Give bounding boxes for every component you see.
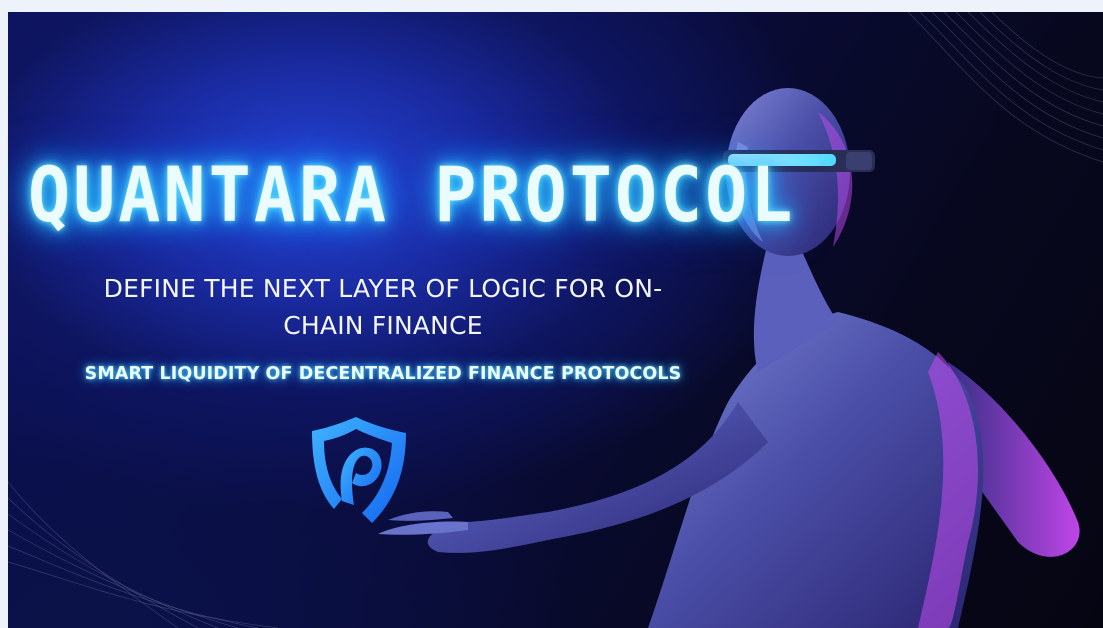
hero-banner: QUANTARA PROTOCOL DEFINE THE NEXT LAYER …: [8, 12, 1103, 628]
hero-tagline: SMART LIQUIDITY OF DECENTRALIZED FINANCE…: [84, 364, 682, 384]
shield-p-logo-icon: [312, 417, 406, 523]
hero-subtitle: DEFINE THE NEXT LAYER OF LOGIC FOR ON- C…: [48, 270, 718, 344]
page-title: QUANTARA PROTOCOL: [28, 150, 796, 240]
hero-subtitle-text: DEFINE THE NEXT LAYER OF LOGIC FOR ON- C…: [103, 274, 663, 340]
